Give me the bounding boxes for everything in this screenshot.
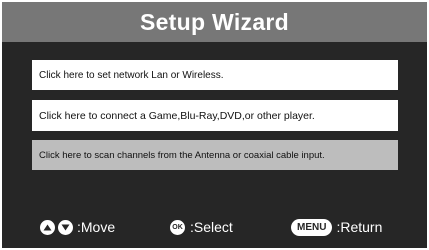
select-label: :Select [190,219,233,235]
footer-hints: :Move OK :Select MENU :Return [2,216,427,238]
return-hint: MENU :Return [291,216,382,238]
move-hint: :Move [40,216,115,238]
setup-wizard-window: Setup Wizard Click here to set network L… [2,2,427,248]
down-arrow-icon [58,219,73,235]
page-title: Setup Wizard [139,8,290,35]
menu-item-label: Click here to connect a Game,Blu-Ray,DVD… [39,109,315,122]
up-arrow-icon [40,219,55,235]
menu-item-label: Click here to scan channels from the Ant… [39,149,325,161]
menu-item-connect-player[interactable]: Click here to connect a Game,Blu-Ray,DVD… [32,100,398,131]
return-label: :Return [336,219,383,235]
select-hint: OK :Select [170,216,233,238]
menu-item-network[interactable]: Click here to set network Lan or Wireles… [32,60,398,90]
menu-key-icon: MENU [291,218,333,236]
menu-item-scan-channels[interactable]: Click here to scan channels from the Ant… [32,140,398,170]
move-label: :Move [77,219,116,235]
menu-item-label: Click here to set network Lan or Wireles… [39,69,224,81]
title-bar: Setup Wizard [2,2,427,42]
ok-key-icon: OK [170,219,185,235]
